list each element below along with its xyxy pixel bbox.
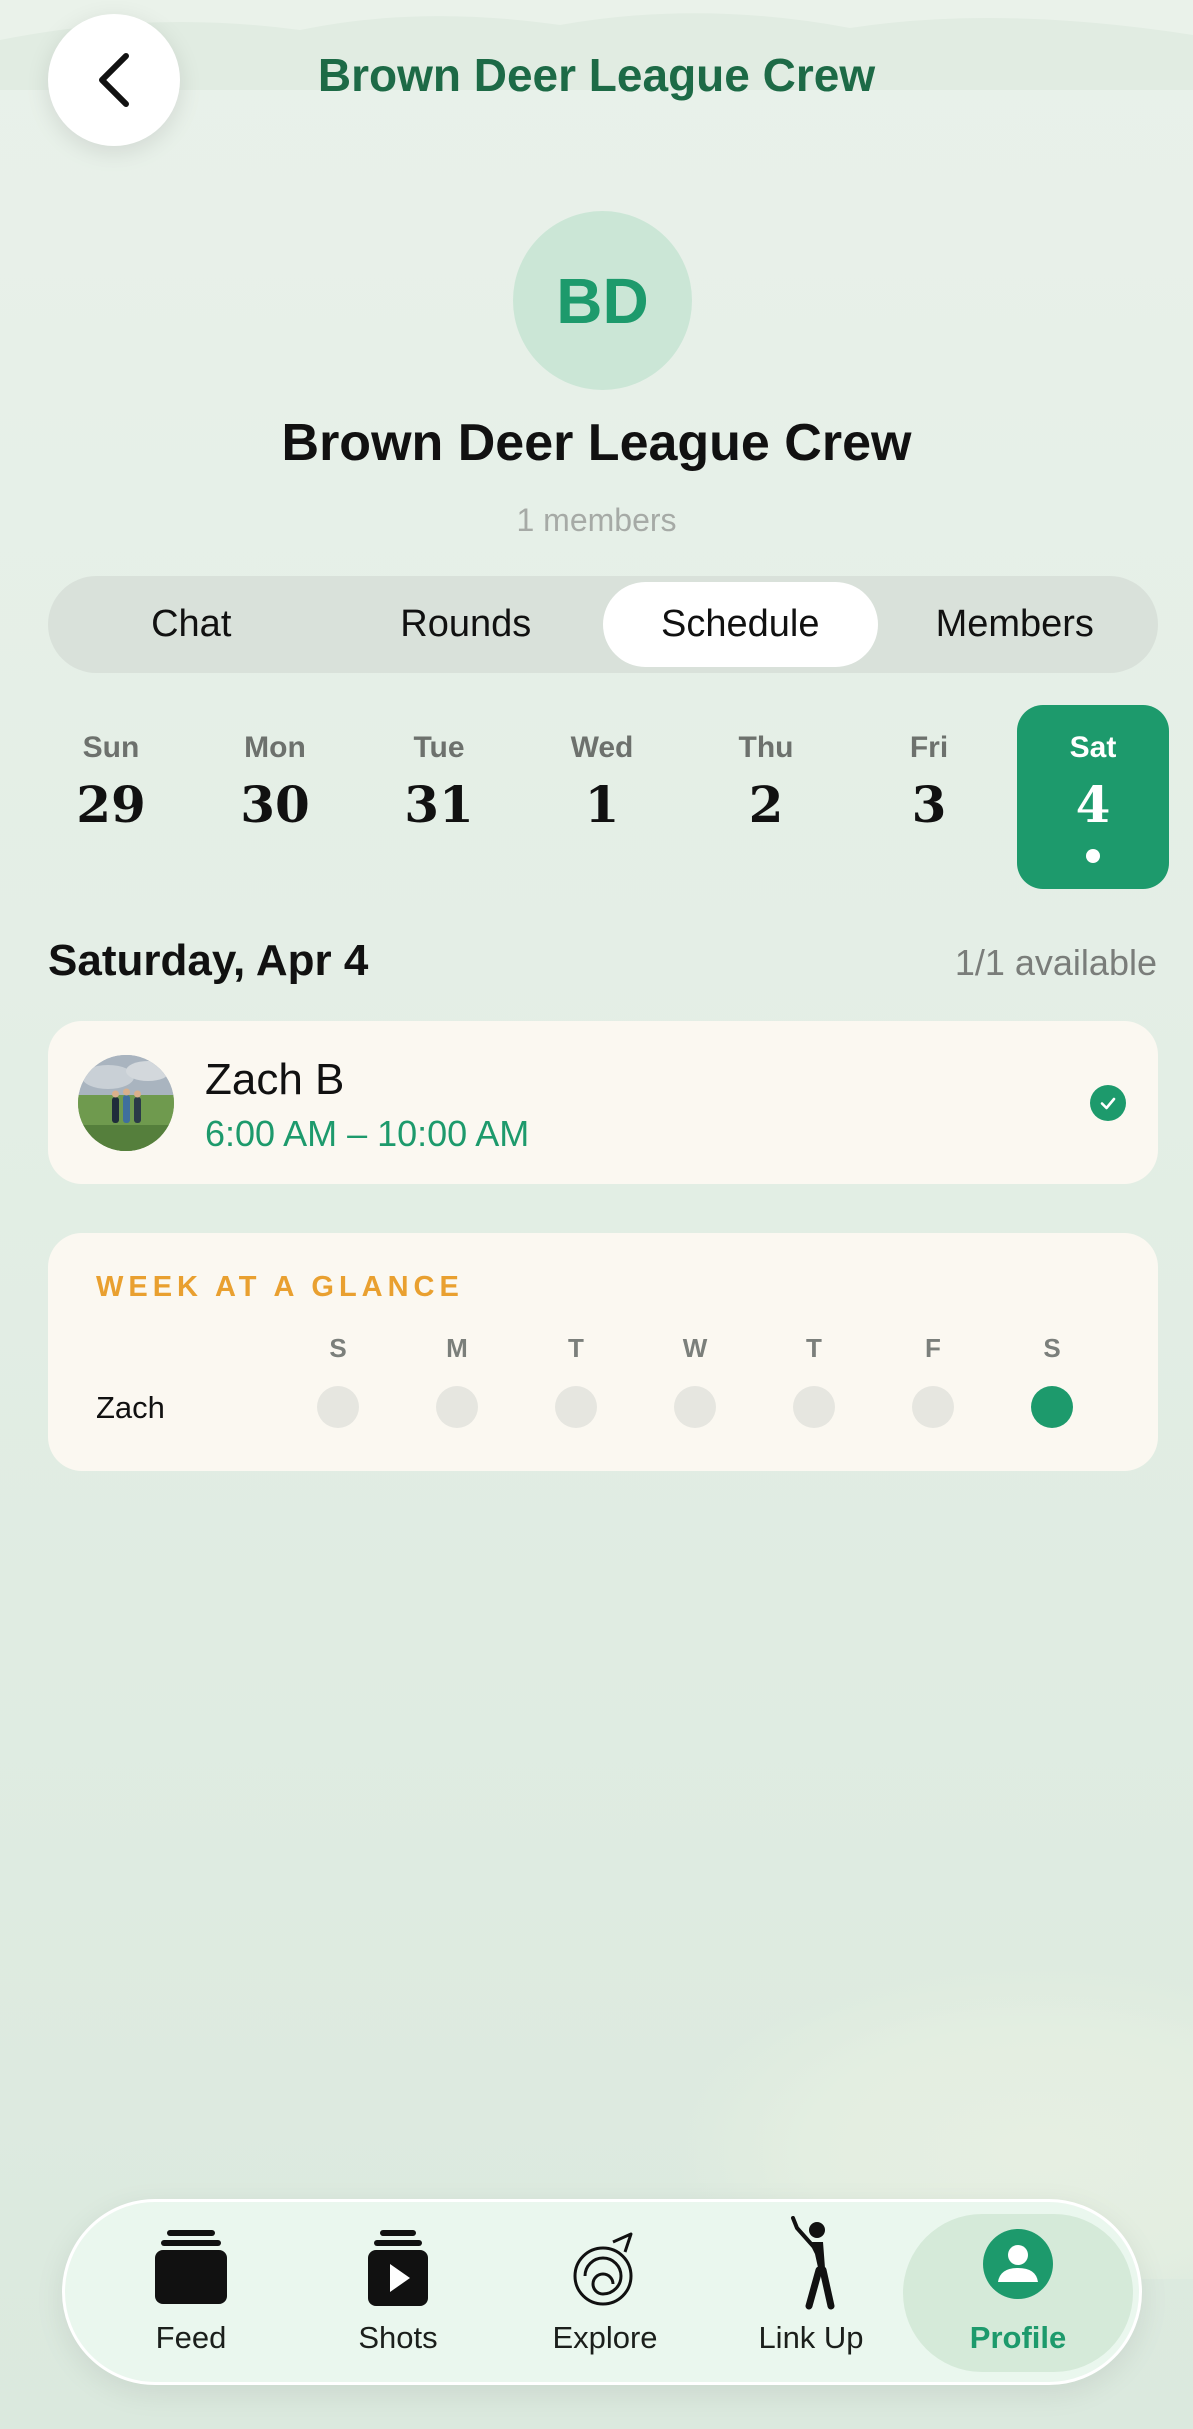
day-thu[interactable]: Thu 2	[690, 705, 842, 889]
day-name: Wed	[570, 731, 634, 764]
day-picker: Sun 29 Mon 30 Tue 31 Wed 1 Thu 2 Fri 3 S…	[0, 705, 1193, 889]
avatar-photo	[78, 1055, 174, 1151]
day-sun[interactable]: Sun 29	[35, 705, 187, 889]
day-fri[interactable]: Fri 3	[853, 705, 1005, 889]
tab-label: Chat	[151, 603, 232, 645]
week-day-header: W	[682, 1333, 708, 1363]
day-name: Mon	[244, 731, 306, 764]
day-name: Tue	[413, 731, 465, 764]
group-initials: BD	[556, 264, 649, 337]
has-events-dot	[1086, 849, 1100, 863]
tab-rounds[interactable]: Rounds	[329, 582, 604, 667]
week-day-header: T	[806, 1333, 822, 1363]
week-day-header: M	[446, 1333, 468, 1363]
nav-label: Feed	[155, 2320, 227, 2355]
week-at-a-glance-card: WEEK AT A GLANCE S M T W T F S Zach	[48, 1233, 1158, 1471]
day-name: Thu	[738, 731, 794, 764]
nav-profile[interactable]: Profile	[918, 2202, 1118, 2382]
nav-label: Explore	[552, 2320, 658, 2355]
tab-chat[interactable]: Chat	[54, 582, 329, 667]
nav-explore[interactable]: Explore	[505, 2202, 705, 2382]
avatar	[78, 1055, 174, 1151]
nav-label: Link Up	[758, 2320, 864, 2355]
week-day-header: S	[329, 1333, 347, 1363]
day-sat[interactable]: Sat 4	[1017, 705, 1169, 889]
week-row-name: Zach	[96, 1390, 165, 1425]
golfer-icon	[779, 2216, 843, 2315]
availability-card[interactable]: Zach B 6:00 AM – 10:00 AM	[48, 1021, 1158, 1184]
day-number: 1	[584, 775, 620, 834]
tab-schedule[interactable]: Schedule	[603, 582, 878, 667]
day-tue[interactable]: Tue 31	[363, 705, 515, 889]
selected-date-title: Saturday, Apr 4	[48, 936, 369, 985]
day-number: 29	[76, 775, 146, 834]
nav-shots[interactable]: Shots	[298, 2202, 498, 2382]
day-wed[interactable]: Wed 1	[526, 705, 678, 889]
day-mon[interactable]: Mon 30	[199, 705, 351, 889]
group-name: Brown Deer League Crew	[281, 414, 912, 472]
group-avatar: BD	[513, 211, 692, 390]
explore-swirl-icon	[569, 2228, 641, 2313]
week-availability-dot	[912, 1386, 954, 1428]
nav-link-up[interactable]: Link Up	[711, 2202, 911, 2382]
week-day-header: F	[925, 1333, 941, 1363]
member-time-range: 6:00 AM – 10:00 AM	[205, 1113, 530, 1154]
week-availability-dot	[1031, 1386, 1073, 1428]
day-number: 30	[240, 775, 310, 834]
week-availability-dot	[674, 1386, 716, 1428]
check-icon	[1090, 1085, 1126, 1121]
week-availability-dot	[555, 1386, 597, 1428]
nav-label: Profile	[969, 2320, 1067, 2355]
nav-label: Shots	[358, 2320, 438, 2355]
day-number: 2	[748, 775, 784, 834]
day-name: Sun	[82, 731, 140, 764]
member-count: 1 members	[516, 502, 677, 538]
profile-person-icon	[982, 2228, 1054, 2305]
tab-label: Members	[935, 603, 1094, 645]
header-title: Brown Deer League Crew	[317, 49, 876, 101]
shots-play-icon	[366, 2228, 430, 2313]
feed-stack-icon	[153, 2228, 229, 2313]
nav-feed[interactable]: Feed	[91, 2202, 291, 2382]
week-day-header: S	[1043, 1333, 1061, 1363]
tab-label: Rounds	[400, 603, 532, 645]
day-number: 31	[404, 775, 474, 834]
bottom-nav: Feed Shots Explore Link Up Profile	[62, 2199, 1142, 2385]
day-name: Sat	[1069, 731, 1117, 764]
week-availability-dot	[317, 1386, 359, 1428]
tab-members[interactable]: Members	[878, 582, 1153, 667]
day-number: 4	[1075, 775, 1111, 834]
week-availability-dot	[436, 1386, 478, 1428]
week-availability-dot	[793, 1386, 835, 1428]
week-title: WEEK AT A GLANCE	[96, 1271, 464, 1303]
member-name: Zach B	[205, 1055, 345, 1104]
week-day-header: T	[568, 1333, 584, 1363]
tab-label: Schedule	[661, 603, 820, 645]
segmented-tabs: Chat Rounds Schedule Members	[48, 576, 1158, 673]
day-number: 3	[911, 775, 947, 834]
day-name: Fri	[909, 731, 949, 764]
availability-count: 1/1 available	[954, 942, 1157, 983]
